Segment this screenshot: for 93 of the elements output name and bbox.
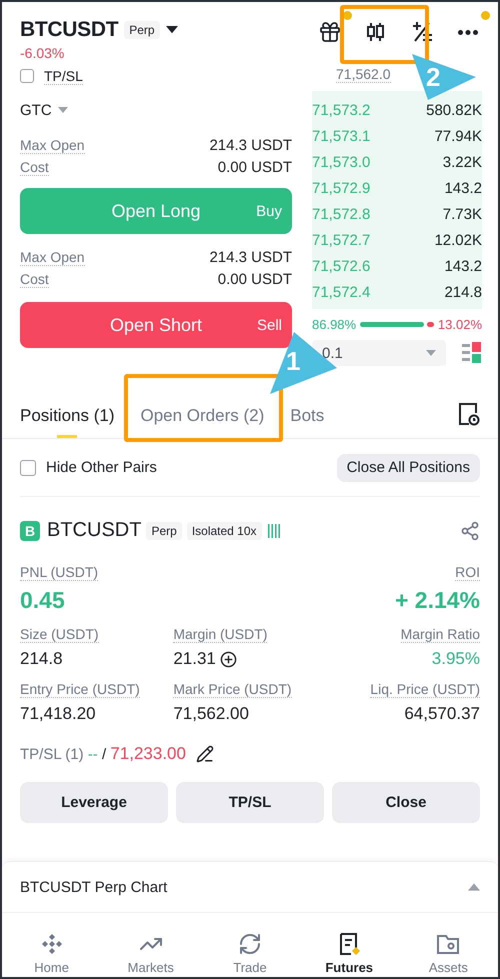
- stat-value: 71,562.00: [173, 704, 249, 724]
- tab[interactable]: Positions (1): [20, 406, 114, 438]
- more-icon: [458, 30, 478, 34]
- order-history-icon[interactable]: [458, 402, 480, 426]
- expand-caret-icon[interactable]: [468, 883, 480, 891]
- book-size: 143.2: [444, 258, 482, 274]
- book-price[interactable]: 71,572.4: [312, 284, 370, 300]
- position-symbol: BTCUSDT: [47, 519, 142, 542]
- stat-value: 71,418.20: [20, 704, 96, 724]
- book-size: 214.8: [444, 284, 482, 300]
- position-action-button[interactable]: Close: [332, 782, 480, 823]
- callout-number: 1: [286, 346, 300, 377]
- pnl-value: 0.45: [20, 587, 65, 614]
- order-type-select[interactable]: GTC: [20, 102, 52, 118]
- book-size: 143.2: [444, 180, 482, 196]
- field-value: 0.00 USDT: [218, 158, 292, 176]
- book-layout-icon[interactable]: [462, 342, 482, 364]
- share-icon[interactable]: [460, 520, 480, 540]
- field-label: Max Open: [20, 136, 85, 154]
- nav-item[interactable]: Markets: [101, 913, 200, 977]
- symbol-title[interactable]: BTCUSDT: [20, 18, 118, 42]
- caret-icon: [58, 107, 68, 113]
- position-action-button[interactable]: TP/SL: [176, 782, 324, 823]
- diamond-logo-icon: [40, 932, 64, 956]
- add-icon[interactable]: [220, 650, 237, 668]
- nav-item[interactable]: Trade: [200, 913, 300, 977]
- tpsl-label: TP/SL: [44, 68, 83, 84]
- stat-value: 64,570.37: [404, 704, 480, 724]
- stat-label: Entry Price (USDT): [20, 681, 140, 698]
- book-price[interactable]: 71,572.7: [312, 232, 370, 248]
- stat-value: 3.95%: [432, 649, 480, 669]
- checkbox[interactable]: [20, 460, 36, 476]
- callout-arrow: [412, 54, 476, 100]
- field-label: Cost: [20, 158, 49, 176]
- tab[interactable]: Open Orders (2): [140, 406, 264, 438]
- book-price[interactable]: 71,573.1: [312, 128, 370, 144]
- book-size: 3.22K: [442, 154, 482, 170]
- book-price[interactable]: 71,572.9: [312, 180, 370, 196]
- roi-label: ROI: [455, 564, 480, 581]
- stat-label: Size (USDT): [20, 626, 99, 643]
- side-badge: B: [20, 520, 40, 540]
- book-size: 7.73K: [442, 206, 482, 222]
- open-long-button[interactable]: Open Long Buy: [20, 188, 292, 234]
- book-size: 580.82K: [426, 102, 482, 118]
- stat-label: Margin (USDT): [173, 626, 268, 643]
- stat-label: Margin Ratio: [400, 626, 480, 643]
- stat-label: Liq. Price (USDT): [370, 681, 480, 698]
- field-label: Cost: [20, 270, 49, 288]
- sell-ratio: 13.02%: [438, 317, 482, 332]
- checkbox[interactable]: [20, 69, 34, 83]
- buy-ratio: 86.98%: [312, 317, 356, 332]
- pnl-label: PNL (USDT): [20, 564, 98, 581]
- position-tag: Perp: [146, 522, 182, 540]
- edit-icon[interactable]: [196, 745, 214, 763]
- field-value: 0.00 USDT: [218, 270, 292, 288]
- dropdown-caret-icon: [166, 26, 178, 34]
- close-all-button[interactable]: Close All Positions: [336, 454, 480, 482]
- nav-item[interactable]: Futures: [300, 913, 399, 977]
- open-short-button[interactable]: Open Short Sell: [20, 302, 292, 348]
- price-change: -6.03%: [20, 45, 66, 61]
- wallet-icon: [436, 932, 460, 956]
- roi-value: + 2.14%: [394, 587, 480, 614]
- nav-item[interactable]: Home: [2, 913, 102, 977]
- stat-value: 21.31: [173, 649, 216, 669]
- field-value: 214.3 USDT: [209, 248, 292, 266]
- nav-item[interactable]: Assets: [398, 913, 498, 977]
- field-label: Max Open: [20, 248, 85, 266]
- chart-bar-title[interactable]: BTCUSDT Perp Chart: [20, 878, 168, 896]
- gift-icon: [318, 20, 342, 44]
- mark-price: 71,562.0: [336, 66, 390, 83]
- checkbox-label: Hide Other Pairs: [46, 459, 157, 476]
- tab[interactable]: Bots: [290, 406, 324, 438]
- tpsl-summary: TP/SL (1) -- / 71,233.00: [20, 744, 186, 764]
- stat-value: 214.8: [20, 649, 63, 669]
- book-price[interactable]: 71,573.0: [312, 154, 370, 170]
- callout-number: 2: [426, 62, 440, 93]
- book-price[interactable]: 71,573.2: [312, 102, 370, 118]
- position-action-button[interactable]: Leverage: [20, 782, 168, 823]
- candlestick-icon: [365, 21, 387, 43]
- book-price[interactable]: 71,572.6: [312, 258, 370, 274]
- contract-tag: Perp: [124, 21, 160, 39]
- signal-bars-icon: [266, 524, 281, 538]
- caret-icon: [426, 350, 436, 356]
- book-price[interactable]: 71,572.8: [312, 206, 370, 222]
- position-tag: Isolated 10x: [186, 522, 262, 540]
- document-icon: [337, 932, 362, 956]
- plus-minus-icon: [411, 21, 433, 43]
- field-value: 214.3 USDT: [209, 136, 292, 154]
- precision-select[interactable]: 0.1: [312, 340, 446, 366]
- stat-label: Mark Price (USDT): [173, 681, 292, 698]
- exchange-icon: [238, 932, 262, 956]
- book-size: 12.02K: [434, 232, 482, 248]
- book-size: 77.94K: [434, 128, 482, 144]
